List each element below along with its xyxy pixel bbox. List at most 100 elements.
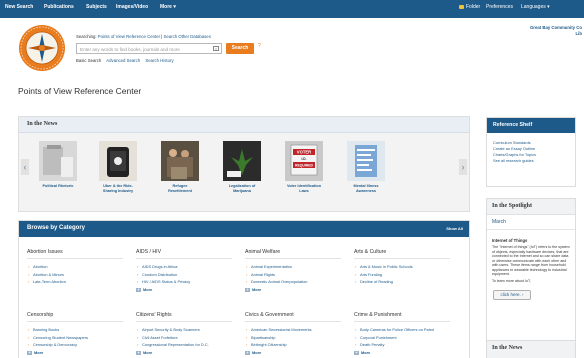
category-subtopic-link[interactable]: Banning Books	[28, 326, 127, 334]
search-button[interactable]: Search	[226, 43, 254, 54]
category-subtopic-link[interactable]: Corporal Punishment	[355, 334, 454, 342]
carousel-next-arrow[interactable]: ›	[459, 159, 467, 175]
more-button[interactable]: + More	[354, 349, 454, 357]
spotlight-title: In the Spotlight	[487, 199, 575, 215]
mental-illness-awareness-thumbnail[interactable]	[347, 141, 385, 181]
svg-text:I.D.: I.D.	[302, 157, 307, 161]
reference-shelf-panel: Reference Shelf Curriculum Standards Cre…	[486, 117, 576, 187]
category-subtopic-link[interactable]: Animal Rights	[246, 271, 345, 279]
category-aids-hiv: AIDS / HIV AIDS Drugs in Africa Condom D…	[136, 249, 236, 293]
nav-new-search[interactable]: New Search	[5, 4, 33, 10]
category-subtopic-link[interactable]: Airport Security & Body Scanners	[137, 326, 236, 334]
reference-shelf-title: Reference Shelf	[487, 118, 575, 133]
click-here-button[interactable]: click here. ›	[493, 289, 531, 300]
searching-label: Searching: Points of View Reference Cent…	[76, 34, 211, 39]
library-name: Great Bay Community Co Lib	[529, 25, 582, 36]
category-civics-government: Civics & Government American Secessionis…	[245, 312, 345, 356]
news-item-label[interactable]: Voter Identification Laws	[278, 184, 330, 193]
category-subtopic-link[interactable]: Condom Distribution	[137, 271, 236, 279]
category-subtopic-link[interactable]: Congressional Representation for D.C.	[137, 341, 236, 349]
advanced-search-link[interactable]: Advanced Search	[106, 58, 140, 63]
show-all-link[interactable]: Show All	[446, 226, 463, 231]
category-animal-welfare: Animal Welfare Animal Experimentation An…	[245, 249, 345, 293]
nav-more[interactable]: More ▾	[160, 4, 176, 10]
category-arts-culture: Arts & Culture Arts & Music in Public Sc…	[354, 249, 454, 286]
category-subtopic-link[interactable]: Body Cameras for Police Officers on Patr…	[355, 326, 454, 334]
basic-search-link[interactable]: Basic Search	[76, 58, 101, 63]
nav-publications[interactable]: Publications	[44, 4, 74, 10]
uber-ride-sharing-thumbnail[interactable]	[99, 141, 137, 181]
in-the-spotlight-panel: In the Spotlight March Internet of Thing…	[486, 198, 576, 356]
more-button[interactable]: + More	[136, 349, 236, 357]
browse-by-category-panel: Browse by Category Show All Abortion Iss…	[18, 220, 470, 358]
category-subtopic-link[interactable]: Animal Experimentation	[246, 263, 345, 271]
nav-preferences[interactable]: Preferences	[486, 4, 513, 10]
category-subtopic-link[interactable]: Censoring Student Newspapers	[28, 334, 127, 342]
category-subtopic-link[interactable]: AIDS Drugs in Africa	[137, 263, 236, 271]
spotlight-learn-more: To learn more about IoT,	[492, 278, 531, 283]
category-subtopic-link[interactable]: Civil Asset Forfeiture	[137, 334, 236, 342]
news-item-label[interactable]: Mental Illness Awareness	[340, 184, 392, 193]
category-subtopic-link[interactable]: Censorship & Democracy	[28, 341, 127, 349]
search-mode-links: Basic Search Advanced Search Search Hist…	[76, 58, 178, 63]
news-item-label[interactable]: Uber & the Ride- Sharing Industry	[92, 184, 144, 193]
search-input[interactable]: Enter any words to find books, journals …	[76, 43, 222, 54]
category-subtopic-link[interactable]: American Secessionist Movements	[246, 326, 345, 334]
category-subtopic-link[interactable]: Decline of Reading	[355, 278, 454, 286]
category-subtopic-link[interactable]: Arts Funding	[355, 271, 454, 279]
refugee-resettlement-thumbnail[interactable]	[161, 141, 199, 181]
more-button[interactable]: + More	[27, 349, 127, 357]
help-icon[interactable]: ?	[258, 43, 261, 49]
in-the-news-panel: In the News ‹ › VOTER I.D. REQUIRED Poli…	[18, 116, 470, 212]
nav-languages[interactable]: Languages ▾	[521, 4, 550, 10]
category-subtopic-link[interactable]: Bipartisanship	[246, 334, 345, 342]
category-crime-punishment: Crime & Punishment Body Cameras for Poli…	[354, 312, 454, 356]
political-rhetoric-thumbnail[interactable]	[39, 141, 77, 181]
category-subtopic-link[interactable]: Birthright Citizenship	[246, 341, 345, 349]
category-citizens-rights: Citizens' Rights Airport Security & Body…	[136, 312, 236, 356]
top-navigation-bar: New Search Publications Subjects Images/…	[0, 0, 584, 18]
plus-icon: +	[245, 349, 250, 355]
plus-icon: +	[136, 286, 141, 292]
more-button[interactable]: + More	[245, 286, 345, 294]
category-subtopic-link[interactable]: Abortion & Minors	[28, 271, 127, 279]
news-item-label[interactable]: Legalization of Marijuana	[216, 184, 268, 193]
plus-icon: +	[245, 286, 250, 292]
news-item-label[interactable]: Refugee Resettlement	[154, 184, 206, 193]
category-subtopic-link[interactable]: HIV / AIDS Status & Privacy	[137, 278, 236, 286]
more-button[interactable]: + More	[136, 286, 236, 294]
clear-icon[interactable]: ×	[213, 46, 219, 51]
search-other-databases-link[interactable]: Search Other Databases	[164, 34, 211, 39]
nav-folder[interactable]: Folder	[459, 4, 480, 10]
in-the-news-sidebar: In the News	[486, 340, 576, 358]
plus-icon: +	[27, 349, 32, 355]
points-of-view-logo	[19, 25, 65, 71]
more-button[interactable]: + More	[245, 349, 345, 357]
news-sidebar-title: In the News	[492, 345, 523, 351]
svg-text:REQUIRED: REQUIRED	[295, 163, 313, 167]
news-item-label[interactable]: Political Rhetoric	[32, 184, 84, 189]
spotlight-month: March	[487, 215, 575, 230]
nav-images-video[interactable]: Images/Video	[116, 4, 148, 10]
category-subtopic-link[interactable]: Domestic Animal Overpopulation	[246, 278, 345, 286]
svg-text:VOTER: VOTER	[297, 150, 311, 155]
search-history-link[interactable]: Search History	[145, 58, 173, 63]
category-abortion-issues: Abortion Issues Abortion Abortion & Mino…	[27, 249, 127, 286]
legalization-marijuana-thumbnail[interactable]	[223, 141, 261, 181]
current-database-link[interactable]: Points of View Reference Center	[98, 34, 160, 39]
category-subtopic-link[interactable]: Late-Term Abortion	[28, 278, 127, 286]
research-guides-link[interactable]: See all research guides	[487, 158, 575, 164]
category-censorship: Censorship Banning Books Censoring Stude…	[27, 312, 127, 356]
voter-id-laws-thumbnail[interactable]: VOTER I.D. REQUIRED	[285, 141, 323, 181]
plus-icon: +	[136, 349, 141, 355]
category-subtopic-link[interactable]: Abortion	[28, 263, 127, 271]
category-subtopic-link[interactable]: Death Penalty	[355, 341, 454, 349]
carousel-prev-arrow[interactable]: ‹	[21, 159, 29, 175]
browse-title: Browse by Category	[27, 225, 86, 231]
folder-icon	[459, 5, 464, 9]
category-subtopic-link[interactable]: Arts & Music in Public Schools	[355, 263, 454, 271]
spotlight-description: The "Internet of things" (IoT) refers to…	[492, 245, 570, 276]
nav-subjects[interactable]: Subjects	[86, 4, 107, 10]
news-title: In the News	[27, 121, 58, 127]
page-title: Points of View Reference Center	[18, 86, 142, 96]
